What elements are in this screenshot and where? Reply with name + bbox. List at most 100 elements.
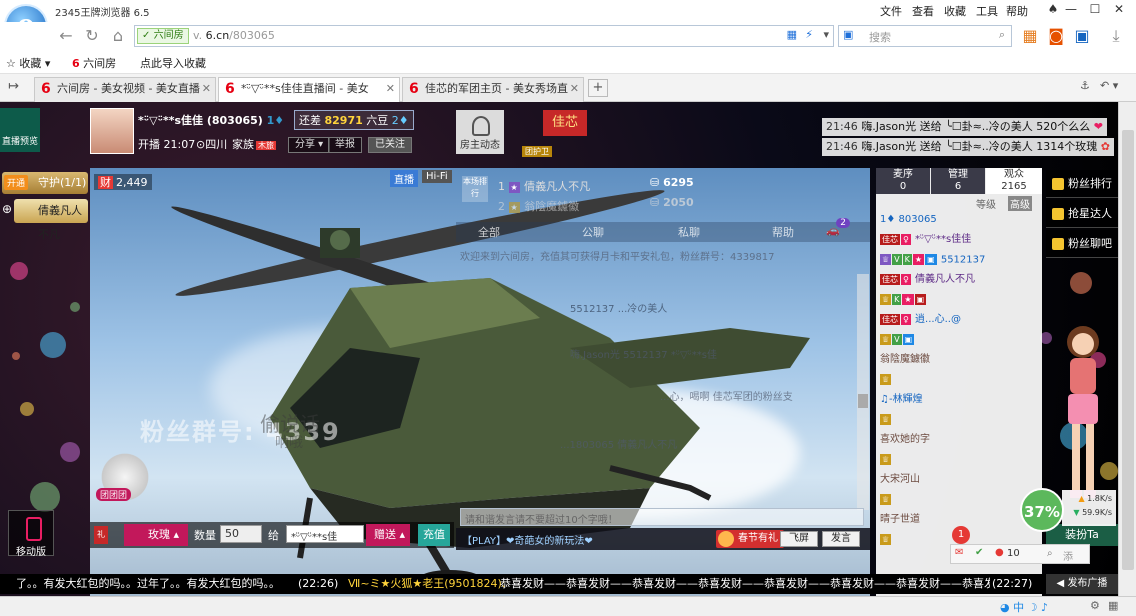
- sidebar-toggle-icon[interactable]: ↦: [8, 79, 19, 94]
- user-row[interactable]: 佳芯 ♀ *ᵕ̈▽ᵕ̈**s佳佳: [880, 230, 1038, 245]
- bookmark-import[interactable]: 点此导入收藏: [140, 55, 206, 71]
- tab-menu-icon[interactable]: ⚓: [1080, 79, 1090, 92]
- secure-site-badge[interactable]: ✓ 六间房: [137, 28, 189, 44]
- session-rank-badge[interactable]: 本场排行: [462, 176, 488, 202]
- live-mode-button[interactable]: 直播: [390, 170, 418, 187]
- follow-button[interactable]: 已关注: [368, 137, 412, 153]
- star-grabber-button[interactable]: 抢星达人: [1046, 200, 1118, 228]
- spring-festival-button[interactable]: 春节有礼: [716, 530, 784, 548]
- guard-add-icon[interactable]: ⊕: [2, 202, 12, 216]
- fan-chat-button[interactable]: 粉丝聊吧: [1046, 230, 1118, 258]
- user-row[interactable]: 晴子世道: [880, 510, 1038, 525]
- chat-scrollbar[interactable]: [857, 274, 869, 510]
- report-button[interactable]: 举报: [328, 137, 362, 153]
- host-dynamic-button[interactable]: 房主动态: [456, 110, 504, 154]
- mail-icon[interactable]: ✉: [955, 547, 963, 558]
- live-preview-button[interactable]: 直播预览: [0, 108, 40, 152]
- tab-private[interactable]: 私聊: [678, 224, 700, 240]
- bookmark-6room[interactable]: 6 六间房: [72, 55, 116, 71]
- tab-close-icon[interactable]: ✕: [386, 78, 395, 100]
- fly-screen-button[interactable]: 飞屏: [780, 531, 818, 547]
- search-engine-icon[interactable]: ▣: [843, 28, 853, 41]
- hifi-button[interactable]: Hi-Fi: [422, 170, 452, 183]
- bookmark-favorites[interactable]: ☆ 收藏 ▾: [6, 55, 50, 71]
- user-row[interactable]: 喜欢她的字: [880, 430, 1038, 445]
- download-icon[interactable]: ⤓: [1106, 26, 1126, 46]
- tab-close-icon[interactable]: ✕: [202, 78, 211, 100]
- tab-help[interactable]: 帮助: [772, 224, 794, 240]
- user-row[interactable]: ♕ V K ★ ▣ 5512137: [880, 254, 1038, 266]
- user-row[interactable]: 佳芯 ♀ 倩義凡人不凡: [880, 270, 1038, 285]
- search-icon[interactable]: ⌕: [1047, 548, 1053, 559]
- tab-audience[interactable]: 观众 2165: [986, 168, 1042, 194]
- speed-gauge[interactable]: 37%: [1020, 488, 1064, 532]
- tab-mic-queue[interactable]: 麦序 0: [876, 168, 930, 194]
- publish-broadcast-button[interactable]: ◀ 发布广播: [1046, 574, 1118, 594]
- menu-help[interactable]: 帮助: [1006, 3, 1028, 19]
- fan-rank-button[interactable]: 粉丝排行: [1046, 170, 1118, 198]
- tab-6room[interactable]: 6 六间房 - 美女视频 - 美女直播 ✕: [34, 77, 216, 102]
- tab-close-icon[interactable]: ✕: [570, 78, 579, 100]
- user-row[interactable]: ♕: [880, 454, 1038, 466]
- game-icon[interactable]: ◙: [1046, 26, 1066, 46]
- lightning-icon[interactable]: ⚡: [805, 28, 813, 41]
- give-gift-button[interactable]: 赠送 ▴: [366, 524, 410, 546]
- play-tip[interactable]: 【PLAY】❤奇葩女的新玩法❤: [462, 532, 593, 547]
- search-input[interactable]: 搜索: [869, 29, 891, 45]
- menu-file[interactable]: 文件: [880, 3, 902, 19]
- user-icon[interactable]: ●: [995, 547, 1004, 558]
- tab-admins[interactable]: 管理 6: [931, 168, 985, 194]
- share-button[interactable]: 分享 ▾: [288, 137, 331, 153]
- user-row[interactable]: 翁陰魔鑢徽: [880, 350, 1038, 365]
- guard-member[interactable]: 倩義凡人不凡: [14, 199, 88, 241]
- search-icon[interactable]: ⌕: [999, 28, 1005, 42]
- user-row[interactable]: 大宋河山: [880, 470, 1038, 485]
- menu-favorites[interactable]: 收藏: [944, 3, 966, 19]
- check-icon[interactable]: ✔: [975, 547, 983, 558]
- send-message-button[interactable]: 发言: [822, 531, 860, 547]
- menu-view[interactable]: 查看: [912, 3, 934, 19]
- chat-scrollbar-thumb[interactable]: [858, 394, 868, 408]
- ime-icon[interactable]: ◕ 中 ☽ ♪: [1000, 599, 1048, 615]
- page-scrollbar-thumb[interactable]: [1122, 130, 1134, 570]
- qr-icon[interactable]: ▦: [787, 28, 797, 41]
- dress-up-button[interactable]: 装扮Ta: [1046, 524, 1118, 546]
- refresh-icon[interactable]: ↻: [82, 26, 102, 46]
- close-button[interactable]: ✕: [1104, 0, 1134, 18]
- user-row[interactable]: 1♦ 803065: [880, 214, 1038, 225]
- guard-open-button[interactable]: 开通: [4, 175, 29, 190]
- tab-legion[interactable]: 6 佳芯的军团主页 - 美女秀场直 ✕: [402, 77, 584, 102]
- user-row[interactable]: ♕: [880, 414, 1038, 426]
- user-row[interactable]: ♕: [880, 494, 1038, 506]
- chat-input[interactable]: 请和谐发言请不要超过10个字哦！: [460, 508, 864, 526]
- mobile-version-button[interactable]: 移动版: [8, 510, 54, 558]
- gift-icon[interactable]: 礼: [94, 526, 108, 544]
- undo-close-icon[interactable]: ↶ ▾: [1100, 79, 1118, 92]
- dropdown-icon[interactable]: ▾: [823, 28, 829, 41]
- settings-icon[interactable]: ⚙: [1090, 599, 1100, 612]
- tab-live-room[interactable]: 6 *ᵕ̈▽ᵕ̈**s佳佳直播间 - 美女 ✕: [218, 77, 400, 102]
- page-scrollbar[interactable]: [1118, 102, 1136, 596]
- tab-public[interactable]: 公聊: [582, 224, 604, 240]
- gift-selector[interactable]: 玫瑰 ▴: [124, 524, 188, 546]
- back-icon[interactable]: ←: [56, 26, 76, 46]
- recharge-button[interactable]: 充值: [418, 524, 450, 546]
- home-icon[interactable]: ⌂: [108, 26, 128, 46]
- menu-tools[interactable]: 工具: [976, 3, 998, 19]
- new-tab-button[interactable]: +: [588, 79, 608, 97]
- search-box[interactable]: ▣ 搜索 ⌕: [838, 25, 1012, 47]
- notification-bar[interactable]: ✉ ✔ ● 10 ⌕ 添: [950, 544, 1090, 564]
- tray-icon[interactable]: ▦: [1108, 599, 1118, 612]
- user-row[interactable]: ♕ V ▣: [880, 334, 1038, 346]
- legion-flag[interactable]: 佳芯: [543, 110, 587, 136]
- anchor-avatar[interactable]: [90, 108, 134, 154]
- user-row[interactable]: ♕ K ★ ▣: [880, 294, 1038, 306]
- family[interactable]: 家族 木旅: [232, 136, 276, 152]
- url-text[interactable]: v. 6.cn/803065: [193, 29, 275, 42]
- tab-all[interactable]: 全部: [478, 224, 500, 240]
- recipient-select[interactable]: *ᵕ̈▽ᵕ̈**s佳: [286, 525, 364, 543]
- apps-icon[interactable]: ▦: [1020, 26, 1040, 46]
- address-bar[interactable]: ✓ 六间房 v. 6.cn/803065 ▦ ⚡ ▾: [134, 25, 834, 47]
- screenshot-icon[interactable]: ▣: [1072, 26, 1092, 46]
- user-row[interactable]: ♕: [880, 374, 1038, 386]
